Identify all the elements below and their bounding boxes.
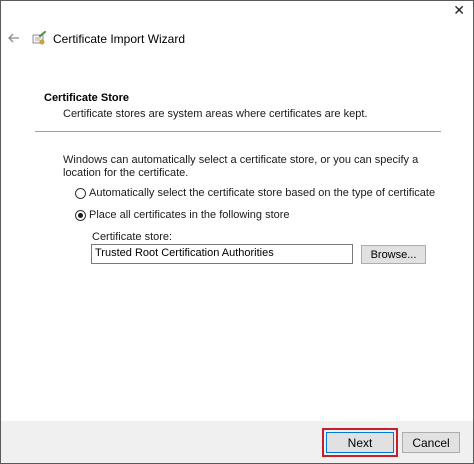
intro-text: Windows can automatically select a certi… <box>63 154 419 179</box>
back-arrow-icon-svg <box>8 33 19 43</box>
cancel-button[interactable]: Cancel <box>402 432 460 453</box>
certificate-store-field[interactable]: Trusted Root Certification Authorities <box>91 244 353 264</box>
close-icon[interactable]: ✕ <box>453 1 465 21</box>
radio-label: Automatically select the certificate sto… <box>89 187 436 199</box>
radio-button[interactable] <box>75 187 86 199</box>
certificate-wizard-icon <box>31 30 47 46</box>
radio-label: Place all certificates in the following … <box>89 209 290 221</box>
browse-button[interactable]: Browse... <box>361 245 426 264</box>
next-button[interactable]: Next <box>326 432 394 453</box>
back-arrow-icon[interactable] <box>7 31 21 45</box>
wizard-title: Certificate Import Wizard <box>53 32 186 46</box>
radio-place-in-store[interactable]: Place all certificates in the following … <box>75 209 290 221</box>
radio-automatic-store[interactable]: Automatically select the certificate sto… <box>75 187 435 199</box>
wizard-header: Certificate Import Wizard <box>1 27 473 55</box>
section-description: Certificate stores are system areas wher… <box>63 108 368 120</box>
wizard-window: ✕ Certificate Import Wizard Certificate … <box>0 0 474 464</box>
certificate-store-label: Certificate store: <box>92 231 173 243</box>
divider <box>35 131 441 132</box>
section-title: Certificate Store <box>44 92 129 104</box>
radio-button-selected[interactable] <box>75 209 86 221</box>
